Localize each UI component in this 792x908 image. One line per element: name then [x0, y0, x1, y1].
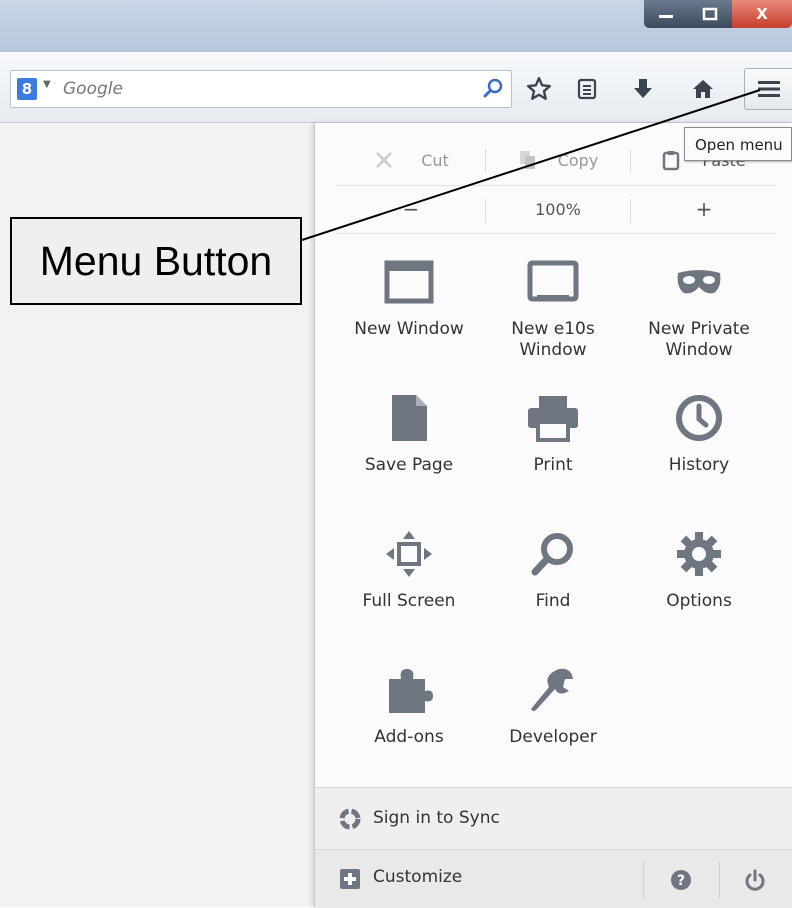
menu-item-label: Developer — [509, 727, 597, 747]
close-icon: X — [756, 5, 768, 23]
search-bar[interactable]: 8 ▼ Google — [10, 70, 512, 108]
options-button[interactable]: Options — [629, 527, 769, 612]
find-button[interactable]: Find — [483, 527, 623, 612]
menu-button-callout: Menu Button — [10, 217, 302, 305]
home-icon[interactable] — [688, 74, 718, 104]
maximize-button[interactable] — [688, 0, 732, 28]
new-e10s-window-button[interactable]: New e10s Window — [483, 255, 623, 361]
menu-item-label: Full Screen — [362, 591, 456, 611]
zoom-reset-button[interactable]: 100% — [486, 185, 630, 233]
menu-item-label: New Window — [354, 319, 464, 339]
bookmark-star-icon[interactable] — [524, 74, 554, 104]
fullscreen-arrows-icon — [386, 531, 432, 577]
magnifier-icon — [531, 533, 573, 576]
puzzle-icon — [389, 669, 433, 713]
restore-icon — [702, 7, 718, 21]
menu-item-label: Save Page — [364, 455, 454, 475]
svg-text:?: ? — [677, 873, 685, 889]
monitor-icon — [527, 260, 579, 302]
page-icon — [392, 395, 427, 441]
sync-icon — [339, 808, 361, 830]
new-window-button[interactable]: New Window — [339, 255, 479, 340]
help-icon: ? — [671, 870, 691, 890]
customize-button[interactable]: Customize — [315, 850, 639, 908]
customize-row: Customize ? — [315, 849, 792, 908]
footer-separator — [719, 862, 720, 898]
copy-label: Copy — [557, 150, 599, 170]
menu-item-label: Print — [533, 455, 573, 475]
full-screen-button[interactable]: Full Screen — [339, 527, 479, 612]
minimize-button[interactable] — [644, 0, 688, 28]
cut-button[interactable]: Cut — [337, 135, 485, 185]
clipboard-icon — [663, 151, 680, 171]
search-engine-dropdown-icon[interactable]: ▼ — [43, 79, 51, 90]
bookmarks-menu-icon[interactable] — [572, 74, 602, 104]
close-button[interactable]: X — [732, 0, 792, 28]
cut-label: Cut — [421, 150, 449, 170]
quit-button[interactable] — [735, 864, 775, 896]
zoom-out-button[interactable]: − — [337, 185, 485, 233]
main-menu-panel: Cut Copy Paste − 100% + New Window New e… — [314, 123, 792, 908]
menu-item-label: Find — [535, 591, 571, 611]
history-button[interactable]: History — [629, 391, 769, 476]
menu-item-label: New Private Window — [648, 319, 750, 360]
download-arrow-icon[interactable] — [628, 74, 658, 104]
print-button[interactable]: Print — [483, 391, 623, 476]
open-menu-tooltip: Open menu — [684, 127, 792, 161]
wrench-icon — [531, 668, 573, 711]
new-private-window-button[interactable]: New Private Window — [629, 255, 769, 361]
window-icon — [384, 260, 434, 304]
search-input[interactable]: Google — [63, 79, 123, 99]
zoom-controls: − 100% + — [337, 185, 777, 234]
search-icon[interactable] — [481, 77, 505, 105]
window-controls: X — [644, 0, 792, 32]
add-ons-button[interactable]: Add-ons — [339, 663, 479, 748]
hamburger-icon — [758, 81, 780, 97]
minimize-icon — [659, 15, 673, 18]
copy-button[interactable]: Copy — [486, 135, 630, 185]
menu-item-label: Add-ons — [374, 727, 444, 747]
save-page-button[interactable]: Save Page — [339, 391, 479, 476]
mask-icon — [677, 270, 721, 294]
help-button[interactable]: ? — [661, 864, 701, 896]
clock-icon — [676, 395, 722, 441]
customize-plus-icon — [340, 869, 360, 889]
copy-icon — [519, 151, 535, 169]
menu-item-label: History — [668, 455, 730, 475]
footer-separator — [643, 862, 644, 898]
zoom-in-button[interactable]: + — [631, 185, 777, 233]
open-menu-button[interactable] — [744, 68, 792, 110]
search-engine-logo[interactable]: 8 — [17, 78, 37, 100]
printer-icon — [528, 396, 578, 442]
power-icon — [745, 869, 765, 891]
scissors-icon — [376, 152, 393, 168]
menu-item-label: Options — [666, 591, 732, 611]
sync-label: Sign in to Sync — [373, 808, 500, 828]
gear-icon — [677, 532, 721, 576]
customize-label: Customize — [373, 867, 463, 887]
developer-button[interactable]: Developer — [483, 663, 623, 748]
menu-item-label: New e10s Window — [511, 319, 595, 360]
sync-row[interactable]: Sign in to Sync — [315, 787, 792, 850]
navigation-toolbar: 8 ▼ Google — [0, 52, 792, 123]
window-titlebar: X — [0, 0, 792, 52]
